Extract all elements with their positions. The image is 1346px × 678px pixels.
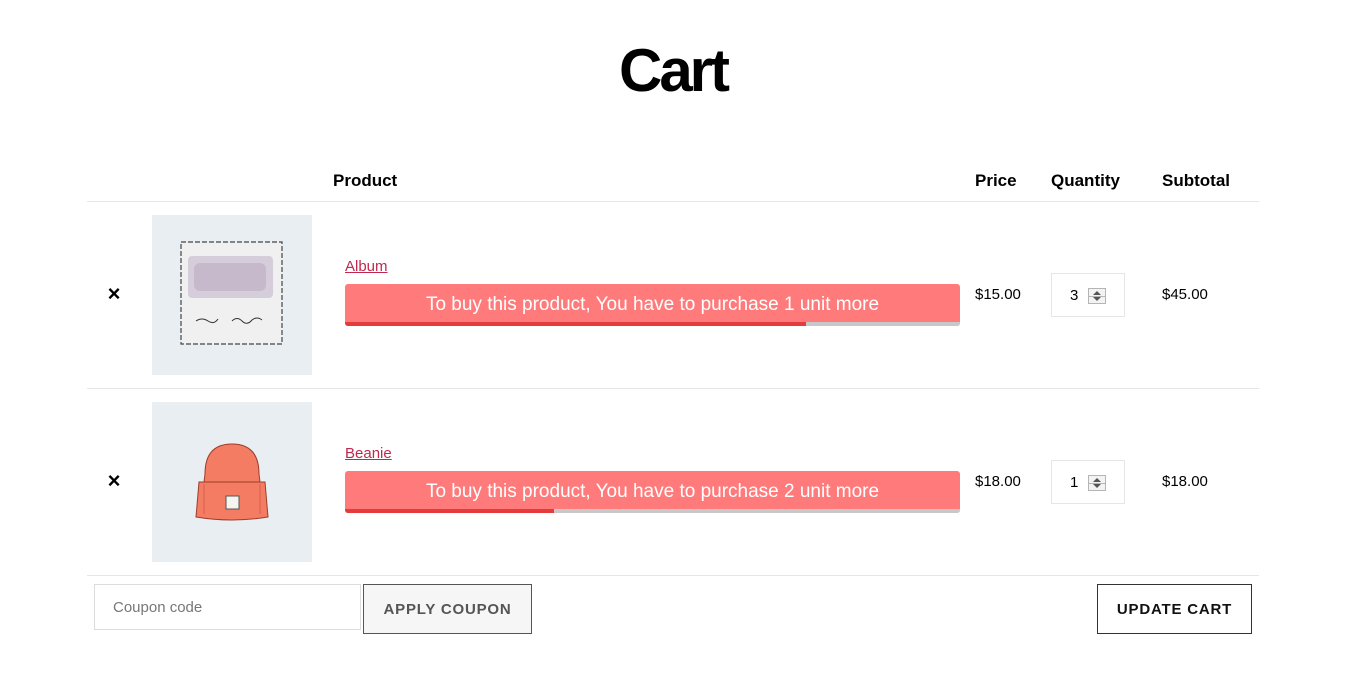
notice-text: To buy this product, You have to purchas… bbox=[425, 481, 880, 502]
cart-page: Cart Product Price Quantity Subtotal × A… bbox=[0, 0, 1346, 678]
header-subtotal: Subtotal bbox=[1162, 171, 1230, 190]
item-subtotal: $18.00 bbox=[1162, 473, 1208, 490]
apply-coupon-button[interactable]: Apply coupon bbox=[363, 584, 532, 634]
item-price: $15.00 bbox=[975, 286, 1021, 303]
product-link-album[interactable]: Album bbox=[345, 258, 388, 275]
beanie-thumbnail[interactable] bbox=[152, 402, 312, 562]
remove-item-button[interactable]: × bbox=[104, 283, 124, 305]
album-cover-image bbox=[180, 241, 283, 345]
quantity-value[interactable]: 3 bbox=[1070, 287, 1078, 304]
notice-text: To buy this product, You have to purchas… bbox=[425, 294, 880, 315]
header-quantity: Quantity bbox=[1051, 171, 1120, 190]
album-thumbnail[interactable] bbox=[152, 215, 312, 375]
table-header: Product Price Quantity Subtotal bbox=[87, 160, 1259, 202]
page-title: Cart bbox=[618, 37, 730, 104]
cart-table: Product Price Quantity Subtotal × Album … bbox=[87, 160, 1259, 646]
increment-arrow-icon[interactable] bbox=[1093, 291, 1101, 295]
quantity-stepper[interactable]: 3 bbox=[1051, 273, 1125, 317]
increment-arrow-icon[interactable] bbox=[1093, 478, 1101, 482]
coupon-code-input[interactable] bbox=[94, 584, 361, 630]
notice-progress-fill bbox=[345, 509, 555, 513]
item-price: $18.00 bbox=[975, 473, 1021, 490]
update-cart-button[interactable]: Update cart bbox=[1097, 584, 1252, 634]
spinner-icon[interactable] bbox=[1088, 288, 1106, 304]
decrement-arrow-icon[interactable] bbox=[1093, 484, 1101, 488]
beanie-image bbox=[195, 443, 269, 521]
quantity-value[interactable]: 1 bbox=[1070, 474, 1078, 491]
min-quantity-notice: To buy this product, You have to purchas… bbox=[345, 284, 960, 326]
min-quantity-notice: To buy this product, You have to purchas… bbox=[345, 471, 960, 513]
item-subtotal: $45.00 bbox=[1162, 286, 1208, 303]
spinner-icon[interactable] bbox=[1088, 475, 1106, 491]
header-product: Product bbox=[333, 171, 398, 190]
cart-row-album: × Album To buy this product, You have to… bbox=[87, 202, 1259, 389]
cart-row-beanie: × Beanie To buy this product, You have t… bbox=[87, 389, 1259, 576]
quantity-stepper[interactable]: 1 bbox=[1051, 460, 1125, 504]
notice-progress-fill bbox=[345, 322, 807, 326]
cart-actions: Apply coupon Update cart bbox=[87, 576, 1259, 646]
remove-item-button[interactable]: × bbox=[104, 470, 124, 492]
decrement-arrow-icon[interactable] bbox=[1093, 297, 1101, 301]
header-price: Price bbox=[975, 171, 1017, 190]
product-link-beanie[interactable]: Beanie bbox=[345, 445, 392, 462]
